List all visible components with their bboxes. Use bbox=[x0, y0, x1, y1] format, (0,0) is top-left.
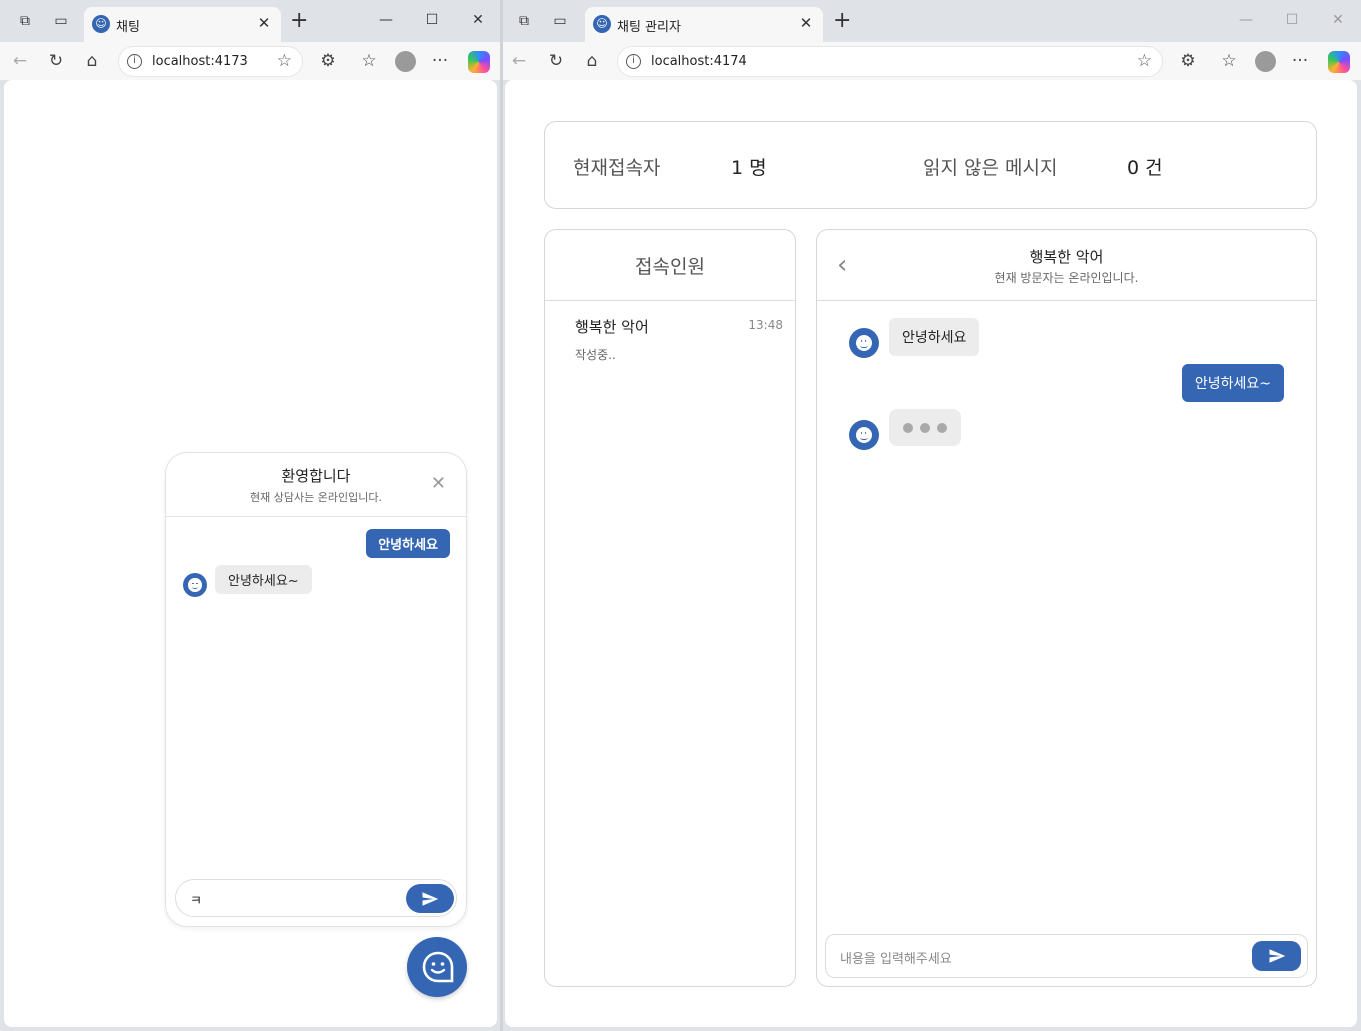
maximize-icon[interactable]: ☐ bbox=[422, 10, 442, 30]
send-icon bbox=[422, 891, 439, 906]
chat-launcher-button[interactable] bbox=[407, 937, 467, 997]
tab-chat[interactable]: ☺ 채팅 ✕ bbox=[84, 7, 281, 42]
more-icon[interactable]: ··· bbox=[1290, 51, 1310, 71]
chat-panel: ‹ 행복한 악어 현재 방문자는 온라인입니다. 안녕하세요 안녕하세요~ 내용… bbox=[816, 229, 1317, 987]
back-icon[interactable]: ← bbox=[10, 51, 30, 71]
tab-actions-icon[interactable]: ▭ bbox=[52, 12, 70, 30]
unread-value: 0 건 bbox=[1127, 157, 1163, 179]
unread-label: 읽지 않은 메시지 bbox=[923, 157, 1058, 179]
info-icon[interactable]: i bbox=[127, 54, 142, 69]
maximize-icon[interactable]: ☐ bbox=[1282, 10, 1302, 30]
new-tab-icon[interactable]: + bbox=[833, 9, 851, 33]
chat-subtitle: 현재 방문자는 온라인입니다. bbox=[994, 271, 1139, 285]
message-input[interactable]: ㅋ bbox=[175, 879, 457, 917]
divider bbox=[545, 300, 795, 301]
home-icon[interactable]: ⌂ bbox=[82, 51, 102, 71]
refresh-icon[interactable]: ↻ bbox=[46, 51, 66, 71]
workspaces-icon[interactable]: ⧉ bbox=[16, 12, 34, 30]
copilot-icon[interactable] bbox=[1328, 51, 1350, 73]
chat-favicon-icon: ☺ bbox=[593, 15, 611, 33]
favorite-star-icon[interactable]: ☆ bbox=[1137, 51, 1152, 71]
info-icon[interactable]: i bbox=[626, 54, 641, 69]
users-panel: 접속인원 행복한 악어 13:48 작성중.. bbox=[544, 229, 796, 987]
stats-card: 현재접속자 1 명 읽지 않은 메시지 0 건 bbox=[544, 121, 1317, 209]
connected-label: 현재접속자 bbox=[573, 157, 661, 179]
tab-actions-icon[interactable]: ▭ bbox=[551, 12, 569, 30]
tab-strip: ⧉ ▭ ☺ 채팅 관리자 ✕ + — ☐ ✕ bbox=[503, 0, 1361, 42]
profile-icon[interactable] bbox=[1255, 51, 1276, 72]
chat-bot-icon bbox=[849, 328, 879, 358]
user-name: 행복한 악어 bbox=[575, 318, 649, 336]
send-button[interactable] bbox=[1252, 941, 1301, 971]
user-time: 13:48 bbox=[748, 318, 783, 332]
user-status: 작성중.. bbox=[575, 348, 616, 362]
extensions-icon[interactable]: ⚙ bbox=[1178, 51, 1198, 71]
widget-subtitle: 현재 상담사는 온라인입니다. bbox=[250, 491, 382, 504]
chat-favicon-icon: ☺ bbox=[92, 15, 110, 33]
chat-bot-icon bbox=[422, 951, 454, 983]
favorites-icon[interactable]: ☆ bbox=[1219, 51, 1239, 71]
browser-window-admin: ⧉ ▭ ☺ 채팅 관리자 ✕ + — ☐ ✕ ← ↻ ⌂ i localhost… bbox=[503, 0, 1361, 1031]
divider bbox=[166, 516, 466, 517]
tab-title: 채팅 관리자 bbox=[617, 20, 681, 35]
browser-toolbar: ← ↻ ⌂ i localhost:4174 ☆ ⚙ ☆ ··· bbox=[503, 42, 1361, 80]
close-icon[interactable]: ✕ bbox=[431, 475, 446, 493]
typing-indicator bbox=[889, 409, 961, 446]
minimize-icon[interactable]: — bbox=[376, 10, 396, 30]
back-icon[interactable]: ← bbox=[509, 51, 529, 71]
more-icon[interactable]: ··· bbox=[430, 51, 450, 71]
copilot-icon[interactable] bbox=[468, 51, 490, 73]
close-icon[interactable]: ✕ bbox=[797, 13, 815, 33]
tab-strip: ⧉ ▭ ☺ 채팅 ✕ + — ☐ ✕ bbox=[0, 0, 500, 42]
browser-toolbar: ← ↻ ⌂ i localhost:4173 ☆ ⚙ ☆ ··· bbox=[0, 42, 500, 80]
window-close-icon[interactable]: ✕ bbox=[1328, 10, 1348, 30]
extensions-icon[interactable]: ⚙ bbox=[318, 51, 338, 71]
address-url: localhost:4173 bbox=[152, 54, 248, 69]
address-bar[interactable]: i localhost:4174 ☆ bbox=[617, 46, 1163, 77]
send-button[interactable] bbox=[406, 884, 454, 913]
profile-icon[interactable] bbox=[395, 51, 416, 72]
chat-bot-icon bbox=[849, 420, 879, 450]
chat-title: 행복한 악어 bbox=[1029, 248, 1104, 266]
message-input[interactable]: 내용을 입력해주세요 bbox=[825, 934, 1308, 978]
window-close-icon[interactable]: ✕ bbox=[468, 10, 488, 30]
home-icon[interactable]: ⌂ bbox=[582, 51, 602, 71]
browser-window-customer: ⧉ ▭ ☺ 채팅 ✕ + — ☐ ✕ ← ↻ ⌂ i localhost:417… bbox=[0, 0, 500, 1031]
tab-chat-admin[interactable]: ☺ 채팅 관리자 ✕ bbox=[585, 7, 823, 42]
chat-bot-icon bbox=[183, 573, 207, 597]
address-url: localhost:4174 bbox=[651, 54, 747, 69]
message-input-placeholder: 내용을 입력해주세요 bbox=[840, 952, 952, 967]
chat-widget: 환영합니다 현재 상담사는 온라인입니다. ✕ 안녕하세요 안녕하세요~ ㅋ bbox=[165, 452, 467, 927]
message-bubble-sent: 안녕하세요 bbox=[366, 529, 450, 558]
new-tab-icon[interactable]: + bbox=[290, 9, 308, 33]
tab-title: 채팅 bbox=[116, 20, 140, 35]
close-icon[interactable]: ✕ bbox=[255, 13, 273, 33]
minimize-icon[interactable]: — bbox=[1236, 10, 1256, 30]
widget-title: 환영합니다 bbox=[281, 467, 351, 485]
send-icon bbox=[1269, 949, 1285, 963]
users-panel-title: 접속인원 bbox=[635, 256, 705, 278]
workspaces-icon[interactable]: ⧉ bbox=[515, 12, 533, 30]
favorites-icon[interactable]: ☆ bbox=[359, 51, 379, 71]
favorite-star-icon[interactable]: ☆ bbox=[277, 51, 292, 71]
message-input-value: ㅋ bbox=[190, 894, 202, 909]
address-bar[interactable]: i localhost:4173 ☆ bbox=[118, 46, 303, 77]
connected-value: 1 명 bbox=[731, 157, 767, 179]
message-bubble-received: 안녕하세요 bbox=[889, 318, 980, 356]
refresh-icon[interactable]: ↻ bbox=[546, 51, 566, 71]
divider bbox=[817, 300, 1316, 301]
message-bubble-received: 안녕하세요~ bbox=[215, 565, 312, 594]
message-bubble-sent: 안녕하세요~ bbox=[1181, 364, 1284, 402]
